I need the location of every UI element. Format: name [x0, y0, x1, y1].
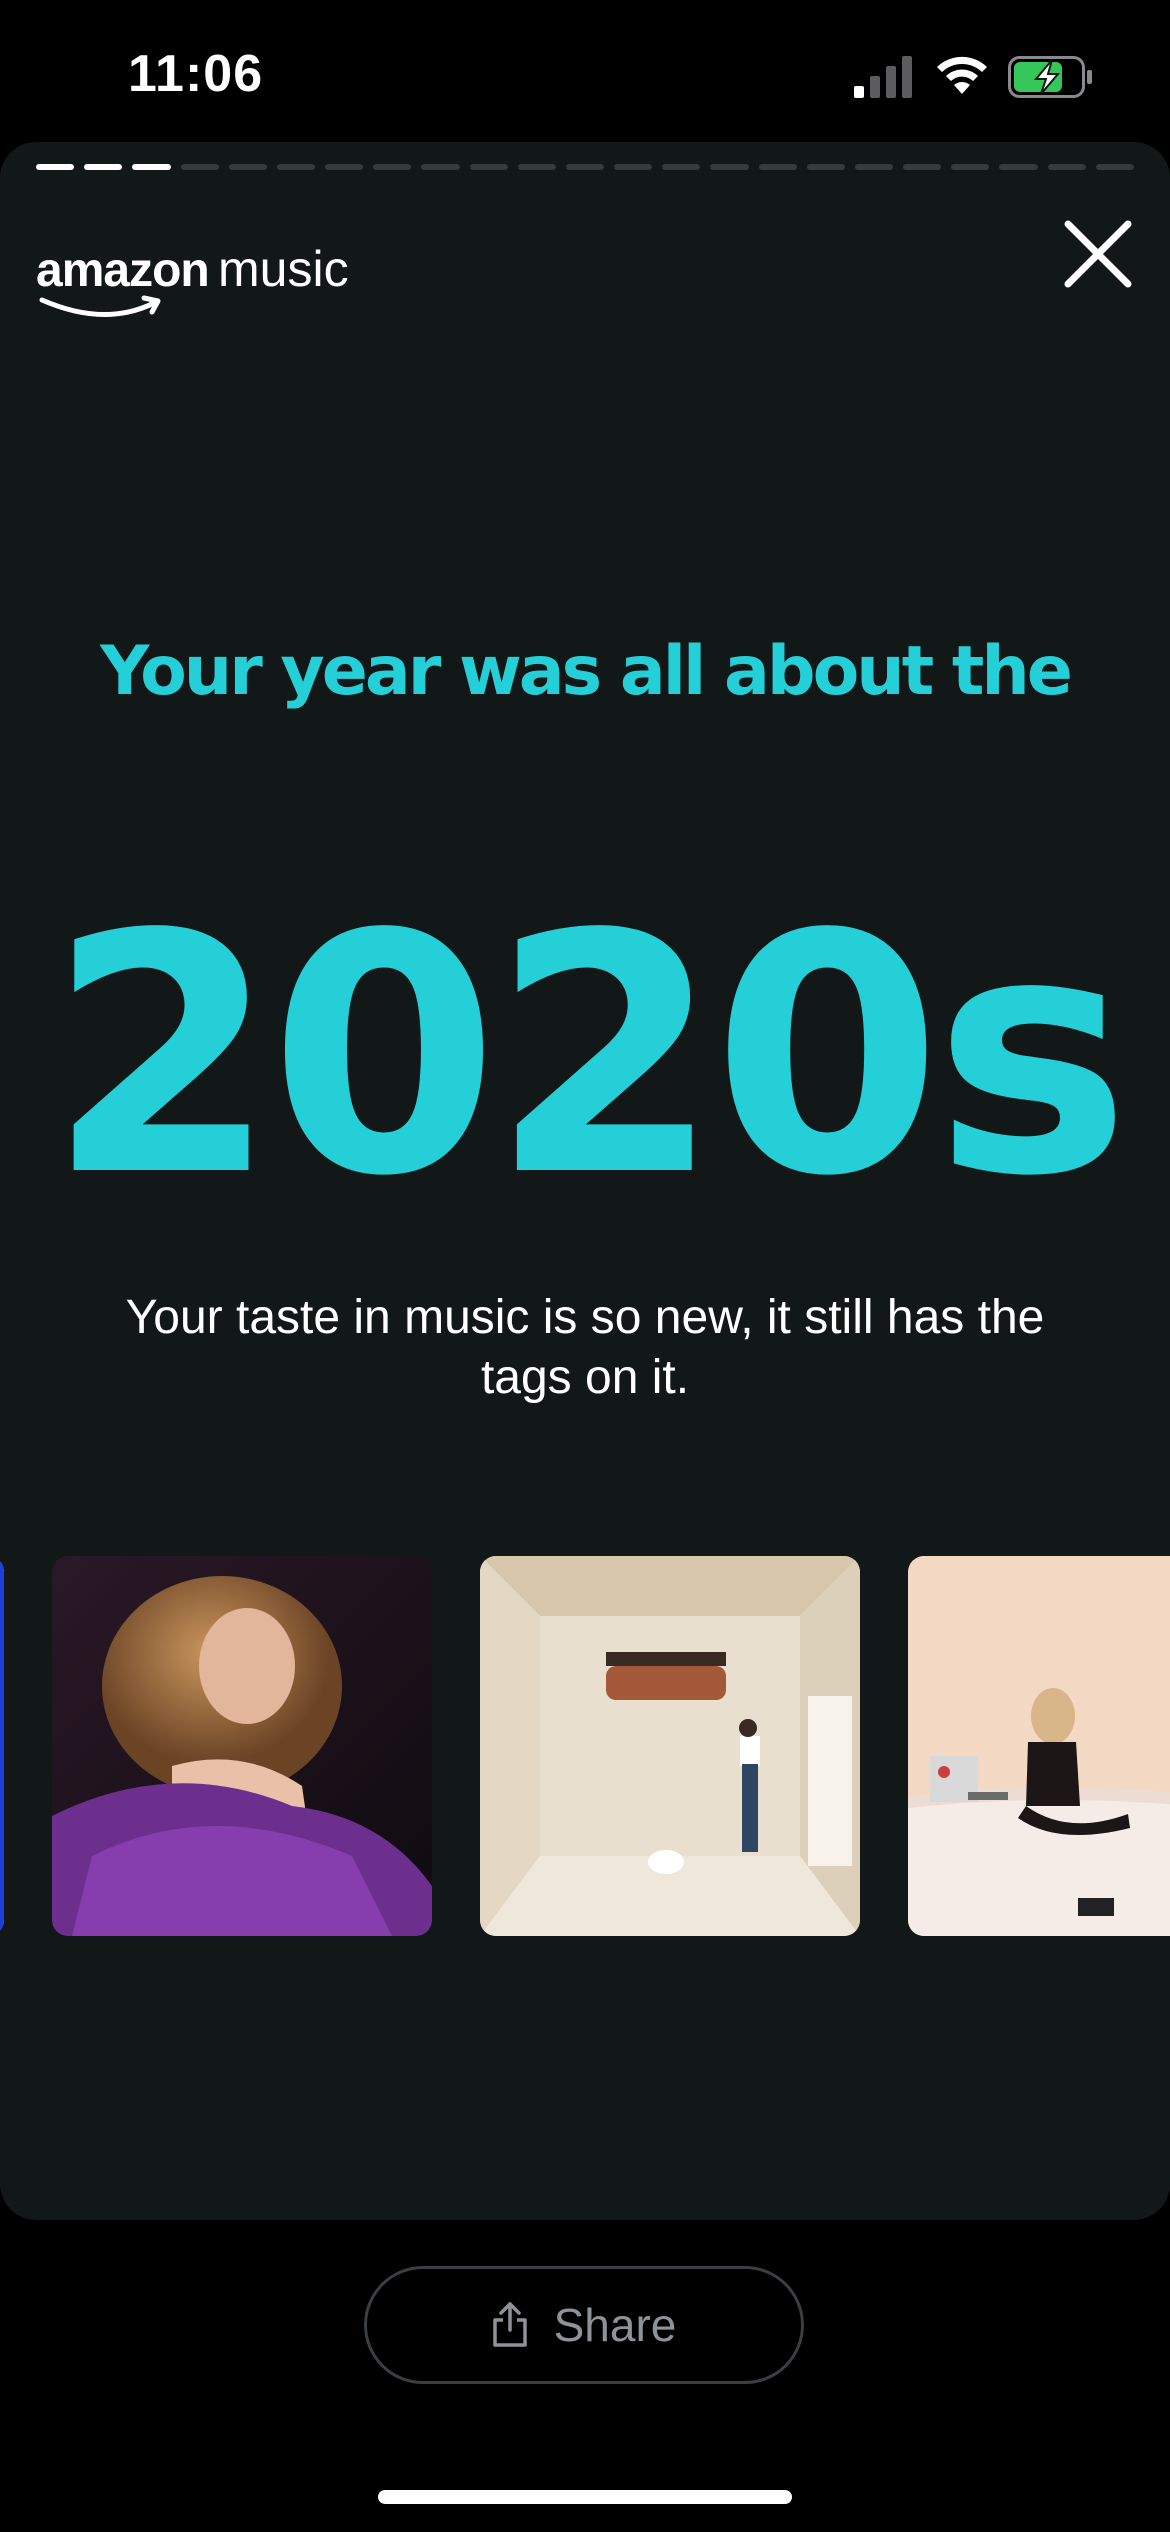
progress-segment [132, 164, 171, 170]
amazon-music-logo: amazon music [36, 241, 349, 317]
progress-segment [373, 164, 412, 170]
status-time: 11:06 [128, 45, 264, 103]
status-bar: 11:06 [0, 0, 1170, 142]
logo-word-amazon: amazon [36, 244, 209, 297]
progress-segment [1047, 164, 1086, 170]
progress-segment [276, 164, 316, 170]
progress-segment [854, 164, 894, 170]
home-indicator[interactable] [378, 2490, 792, 2504]
progress-segment [614, 164, 653, 170]
progress-segment [710, 164, 749, 170]
album-carousel[interactable] [0, 1556, 1170, 1938]
progress-segment [517, 164, 556, 170]
album-cover [480, 1556, 860, 1936]
progress-segment [469, 164, 508, 170]
progress-segment [806, 164, 845, 170]
progress-segment [228, 164, 267, 170]
album-cover [908, 1556, 1170, 1936]
album-cover-image [0, 1556, 4, 1936]
album-cover-image [480, 1556, 860, 1936]
album-cover-image [908, 1556, 1170, 1936]
progress-segment [662, 164, 701, 170]
progress-segment [951, 164, 990, 170]
story-card: amazon music Your year was all about the… [0, 142, 1170, 2220]
logo-word-music: music [218, 241, 349, 297]
battery-charging-icon [1008, 56, 1092, 98]
progress-segment [999, 164, 1038, 170]
progress-segment [36, 164, 75, 170]
cellular-signal-icon [854, 56, 912, 98]
story-headline: Your year was all about the [100, 632, 1073, 711]
story-tagline: Your taste in music is so new, it still … [125, 1291, 1045, 1404]
progress-segment [565, 164, 605, 170]
progress-segment [758, 164, 797, 170]
progress-segment [84, 164, 123, 170]
close-button[interactable] [1056, 212, 1140, 296]
close-icon [1064, 220, 1132, 288]
album-cover [52, 1556, 432, 1936]
share-label: Share [553, 2299, 677, 2351]
share-icon [492, 2302, 527, 2347]
progress-segment [180, 164, 219, 170]
progress-segment [1095, 164, 1134, 170]
share-button[interactable]: Share [364, 2266, 804, 2384]
album-cover-image [52, 1556, 432, 1936]
progress-segment [421, 164, 460, 170]
progress-segment [903, 164, 942, 170]
progress-segment [325, 164, 364, 170]
story-progress-bar [36, 164, 1134, 170]
wifi-icon [937, 56, 987, 94]
decade-title: 2020s [47, 864, 1131, 1248]
album-cover [0, 1556, 4, 1936]
